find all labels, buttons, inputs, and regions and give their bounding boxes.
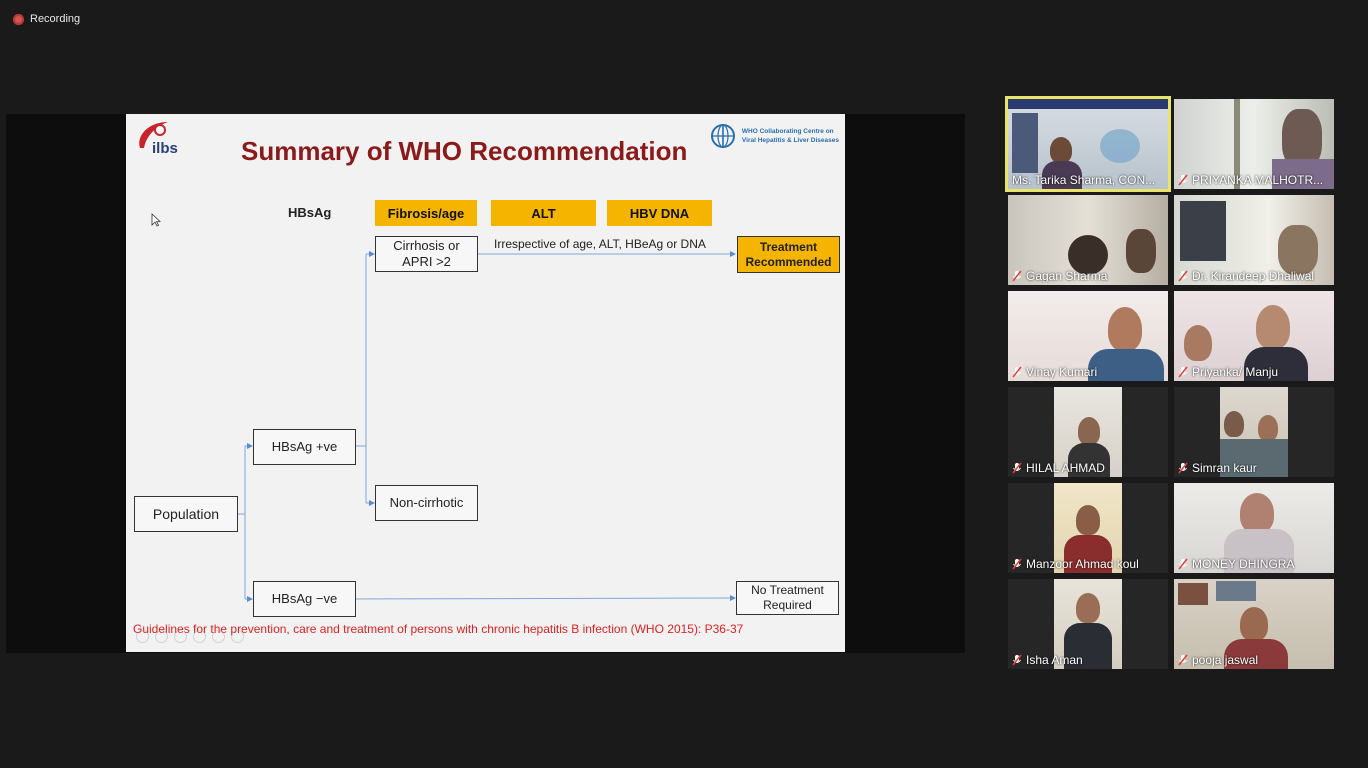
participant-name: PRIYANKA MALHOTR... <box>1192 173 1324 187</box>
participant-name: pooja jaswal <box>1192 653 1259 667</box>
box-hbsag-negative: HBsAg −ve <box>253 581 356 617</box>
muted-mic-icon <box>1178 174 1188 186</box>
participant-tile[interactable]: Gagan Sharma <box>1008 195 1168 285</box>
record-icon <box>13 13 24 25</box>
flowchart-connectors <box>237 251 736 602</box>
participant-name: Gagan Sharma <box>1026 269 1108 283</box>
participant-tile[interactable]: Dr. Kirandeep Dhaliwal <box>1174 195 1334 285</box>
participant-tile[interactable]: MONEY DHINGRA <box>1174 483 1334 573</box>
recording-indicator: Recording <box>13 13 80 25</box>
participant-name: Ms. Tarika Sharma, CON... <box>1012 173 1156 187</box>
participant-tile[interactable]: Isha Aman <box>1008 579 1168 669</box>
muted-mic-icon <box>1178 462 1188 474</box>
box-treatment-recommended: Treatment Recommended <box>737 236 840 273</box>
muted-mic-icon <box>1178 654 1188 666</box>
box-hbsag-positive: HBsAg +ve <box>253 429 356 465</box>
box-population: Population <box>134 496 238 532</box>
slide-toolbar[interactable] <box>136 630 244 643</box>
irrespective-note: Irrespective of age, ALT, HBeAg or DNA <box>494 237 706 251</box>
muted-mic-icon <box>1178 366 1188 378</box>
muted-mic-icon <box>1012 462 1022 474</box>
participant-name: Vinay Kumari <box>1026 365 1098 379</box>
participant-name: Simran kaur <box>1192 461 1257 475</box>
box-no-treatment: No Treatment Required <box>736 581 839 615</box>
participant-name: Dr. Kirandeep Dhaliwal <box>1192 269 1315 283</box>
participant-name: Manzoor Ahmad koul <box>1026 557 1139 571</box>
muted-mic-icon <box>1012 270 1022 282</box>
participant-name: Priyanka/ Manju <box>1192 365 1279 379</box>
box-cirrhosis: Cirrhosis or APRI >2 <box>375 236 478 272</box>
participant-tile[interactable]: Manzoor Ahmad koul <box>1008 483 1168 573</box>
recording-label: Recording <box>30 13 81 25</box>
muted-mic-icon <box>1012 558 1022 570</box>
participant-tile[interactable]: PRIYANKA MALHOTR... <box>1174 99 1334 189</box>
mouse-cursor-icon <box>151 213 161 227</box>
presentation-slide: ilbs WHO Collaborating Centre on Viral H… <box>126 114 845 652</box>
participant-tile[interactable]: Ms. Tarika Sharma, CON... <box>1005 96 1171 192</box>
participant-tile[interactable]: Simran kaur <box>1174 387 1334 477</box>
muted-mic-icon <box>1012 654 1022 666</box>
participant-name: Isha Aman <box>1026 653 1083 667</box>
participant-tile[interactable]: Priyanka/ Manju <box>1174 291 1334 381</box>
participant-tile[interactable]: Vinay Kumari <box>1008 291 1168 381</box>
muted-mic-icon <box>1012 366 1022 378</box>
muted-mic-icon <box>1178 558 1188 570</box>
participant-tile[interactable]: pooja jaswal <box>1174 579 1334 669</box>
participant-tile[interactable]: HILAL AHMAD <box>1008 387 1168 477</box>
participant-name: HILAL AHMAD <box>1026 461 1105 475</box>
participant-name: MONEY DHINGRA <box>1192 557 1295 571</box>
muted-mic-icon <box>1178 270 1188 282</box>
box-non-cirrhotic: Non-cirrhotic <box>375 485 478 521</box>
